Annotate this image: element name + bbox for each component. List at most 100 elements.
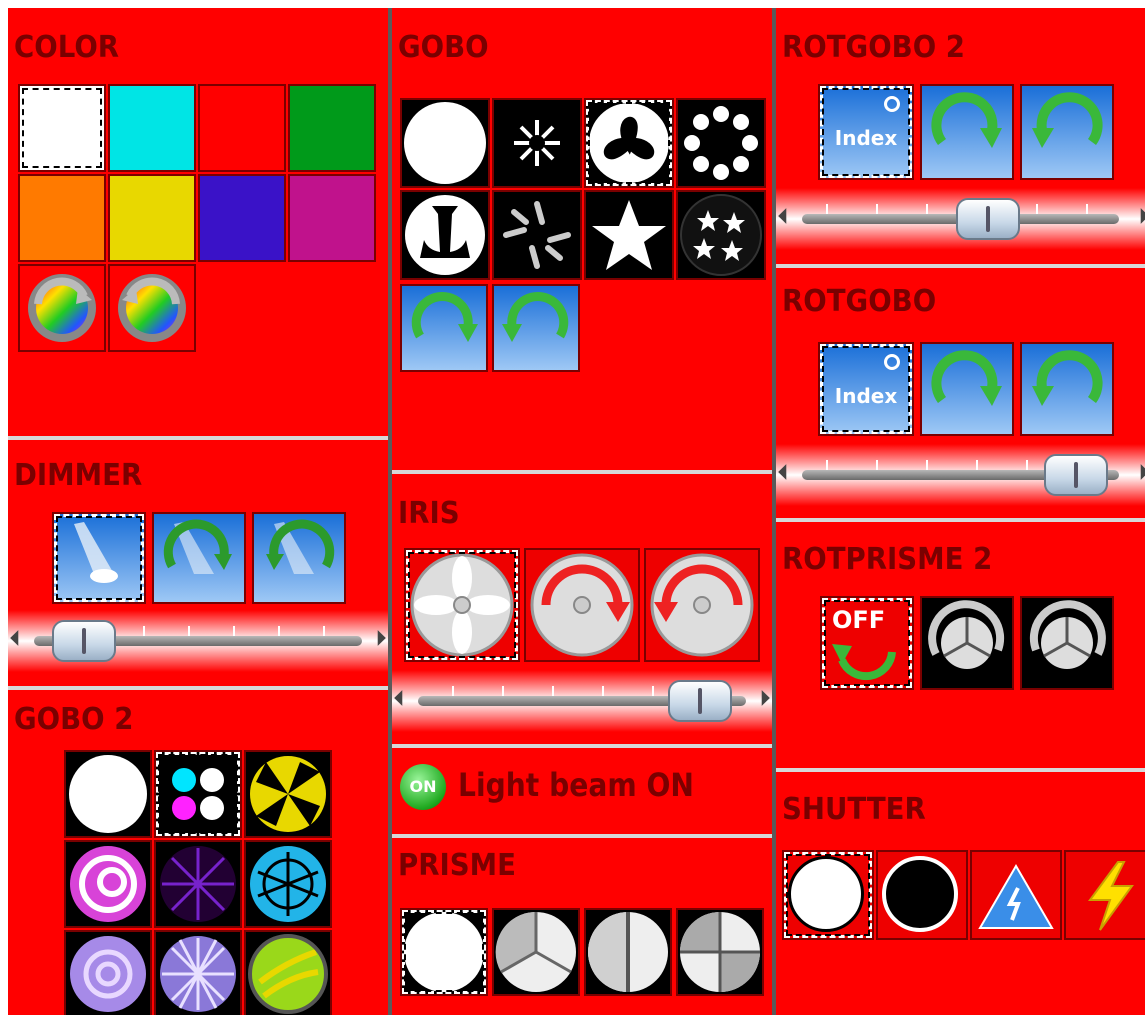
shutter-strobe-random-button[interactable]	[1064, 850, 1145, 940]
rotate-cw-icon	[931, 92, 1002, 148]
rotprisme2-panel: ROTPRISME 2 OFF	[776, 522, 1145, 768]
light-beam-on-button[interactable]: ON	[400, 764, 446, 810]
dimmer-static-button[interactable]	[52, 512, 146, 604]
light-beam-panel: ON Light beam ON	[392, 748, 772, 834]
gobo-propeller-icon	[589, 103, 669, 183]
prism-icon	[588, 912, 668, 992]
shutter-closed-button[interactable]	[876, 850, 968, 940]
rotprisme2-rotate-ccw-button[interactable]	[1020, 596, 1114, 690]
gobo-stars-button[interactable]	[676, 190, 766, 280]
panel-title: DIMMER	[14, 458, 143, 493]
gobo2-rays-lavender-button[interactable]	[154, 930, 242, 1015]
gobo2-web-cyan-button[interactable]	[244, 840, 332, 928]
light-beam-status: Light beam ON	[458, 766, 694, 804]
iris-rotate-cw-icon	[530, 553, 634, 657]
gobo-swirl-icon	[250, 756, 326, 832]
gobo2-spiral-lavender-button[interactable]	[64, 930, 152, 1015]
rotprisme2-off-button[interactable]: OFF	[820, 596, 914, 690]
color-swatch-magenta[interactable]	[288, 174, 376, 262]
gobo2-spiral-pink-button[interactable]	[64, 840, 152, 928]
color-swatch-cyan[interactable]	[108, 84, 196, 172]
iris-slider[interactable]: ⏴ ⏵	[392, 670, 772, 732]
rotgobo2-rotate-ccw-button[interactable]	[1020, 84, 1114, 180]
dimmer-rotate-cw-button[interactable]	[152, 512, 246, 604]
gobo-open-button[interactable]	[400, 98, 490, 188]
rotate-cw-icon	[163, 519, 232, 574]
rotgobo2-slider[interactable]: ⏴ ⏵	[776, 188, 1145, 250]
slider-left-arrow-icon[interactable]: ⏴	[394, 688, 404, 708]
dimmer-rotate-ccw-button[interactable]	[252, 512, 346, 604]
color-wheel-rotate-cw-icon	[28, 274, 96, 342]
gobo-spiral-icon	[70, 936, 146, 1012]
iris-rotate-ccw-button[interactable]	[644, 548, 760, 662]
slider-thumb[interactable]	[1044, 454, 1108, 496]
rotgobo-index-button[interactable]: Index	[818, 342, 914, 436]
slider-thumb[interactable]	[668, 680, 732, 722]
prisme-3facet-button[interactable]	[492, 908, 580, 996]
gobo-propeller-button[interactable]	[584, 98, 674, 188]
prisme-off-button[interactable]	[400, 908, 488, 996]
rotgobo-panel: ROTGOBO Index ⏴ ⏵	[776, 268, 1145, 518]
color-swatch-indigo[interactable]	[198, 174, 286, 262]
gobo-star-button[interactable]	[584, 190, 674, 280]
gobo-rotate-ccw-button[interactable]	[492, 284, 580, 372]
color-swatch-orange[interactable]	[18, 174, 106, 262]
gobo-pinwheel-button[interactable]	[492, 190, 582, 280]
gobo-ring-dots-icon	[684, 106, 758, 180]
column-divider	[388, 8, 392, 1015]
slider-right-arrow-icon[interactable]: ⏵	[1139, 206, 1145, 226]
slider-left-arrow-icon[interactable]: ⏴	[10, 628, 20, 648]
gobo2-swirl-yellow-button[interactable]	[244, 750, 332, 838]
panel-title: IRIS	[398, 496, 460, 531]
color-wheel-rotate-cw-button[interactable]	[18, 264, 106, 352]
color-wheel-rotate-ccw-icon	[118, 274, 186, 342]
gobo-starburst-button[interactable]	[492, 98, 582, 188]
rotgobo-rotate-ccw-button[interactable]	[1020, 342, 1114, 436]
panel-title: ROTGOBO	[782, 284, 937, 319]
index-label: Index	[834, 126, 898, 150]
gobo-rotate-cw-button[interactable]	[400, 284, 488, 372]
rotgobo2-index-button[interactable]: Index	[818, 84, 914, 180]
gobo2-burst-purple-button[interactable]	[154, 840, 242, 928]
gobo2-open-button[interactable]	[64, 750, 152, 838]
strobe-icon	[1088, 861, 1134, 931]
gobo-ring-dots-button[interactable]	[676, 98, 766, 188]
rotate-cw-icon	[411, 292, 478, 342]
slider-left-arrow-icon[interactable]: ⏴	[778, 206, 788, 226]
rotgobo2-rotate-cw-button[interactable]	[920, 84, 1014, 180]
color-swatch-red[interactable]	[198, 84, 286, 172]
shutter-strobe-button[interactable]	[970, 850, 1062, 940]
rotprisme2-rotate-cw-button[interactable]	[920, 596, 1014, 690]
iris-static-button[interactable]	[404, 548, 520, 662]
gobo2-leaf-green-button[interactable]	[244, 930, 332, 1015]
rotate-cw-icon	[931, 350, 1002, 406]
slider-right-arrow-icon[interactable]: ⏵	[760, 688, 770, 708]
dimmer-slider[interactable]: ⏴ ⏵	[8, 610, 388, 672]
slider-thumb[interactable]	[52, 620, 116, 662]
color-swatch-yellow[interactable]	[108, 174, 196, 262]
panel-title: ROTPRISME 2	[782, 542, 993, 577]
dimmer-beam-icon	[74, 522, 118, 583]
color-swatch-green[interactable]	[288, 84, 376, 172]
shutter-panel: SHUTTER	[776, 772, 1145, 1015]
gobo-dots-icon	[172, 768, 224, 820]
rotgobo-slider[interactable]: ⏴ ⏵	[776, 444, 1145, 506]
gobo2-dots-button[interactable]	[154, 750, 242, 838]
rotate-ccw-icon	[266, 519, 335, 574]
rotate-ccw-icon	[502, 292, 569, 342]
slider-right-arrow-icon[interactable]: ⏵	[376, 628, 386, 648]
color-wheel-rotate-ccw-button[interactable]	[108, 264, 196, 352]
panel-title: GOBO	[398, 30, 489, 65]
iris-rotate-cw-button[interactable]	[524, 548, 640, 662]
slider-right-arrow-icon[interactable]: ⏵	[1139, 462, 1145, 482]
rotgobo-rotate-cw-button[interactable]	[920, 342, 1014, 436]
panel-divider	[392, 470, 772, 474]
prisme-4facet-button[interactable]	[676, 908, 764, 996]
slider-left-arrow-icon[interactable]: ⏴	[778, 462, 788, 482]
panel-title: SHUTTER	[782, 792, 926, 827]
slider-thumb[interactable]	[956, 198, 1020, 240]
gobo-anchor-button[interactable]	[400, 190, 490, 280]
color-swatch-white[interactable]	[18, 84, 106, 172]
prisme-2facet-button[interactable]	[584, 908, 672, 996]
shutter-open-button[interactable]	[782, 850, 874, 940]
